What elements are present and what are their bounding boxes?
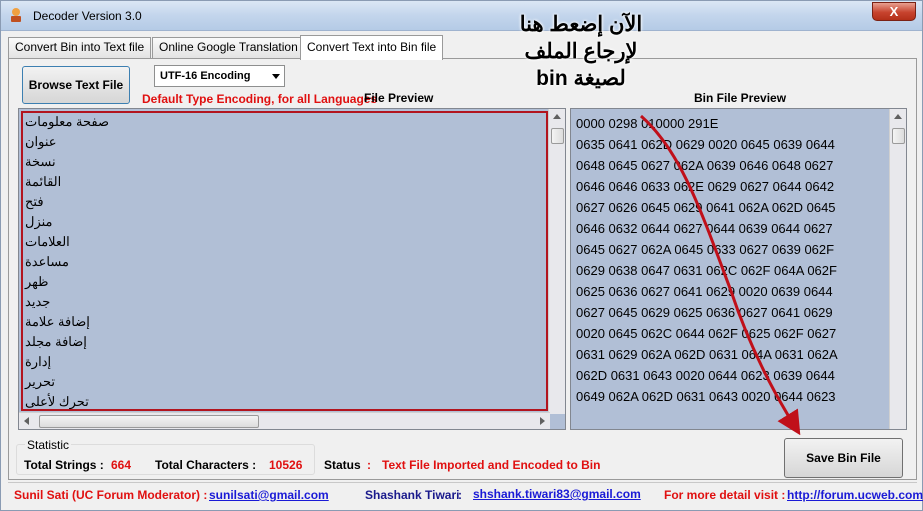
chevron-down-icon (272, 74, 280, 79)
encoding-select[interactable]: UTF-16 Encoding (154, 65, 285, 87)
scroll-right-icon[interactable] (540, 417, 545, 425)
bin-preview-line: 0646 0646 0633 062E 0629 0627 0644 0642 (576, 179, 835, 194)
text-preview-line: القائمة (25, 174, 62, 189)
text-preview-hscrollbar[interactable] (19, 412, 550, 429)
bin-preview-line: 0020 0645 062C 0644 062F 0625 062F 0627 (576, 326, 837, 341)
text-preview-line: عنوان (25, 134, 57, 149)
annotation-line: لإرجاع الملف (524, 40, 638, 63)
text-preview-line: فتح (25, 194, 44, 209)
tab-bin-to-text[interactable]: Convert Bin into Text file (8, 37, 152, 58)
text-preview-line: صفحة معلومات (25, 114, 110, 129)
bin-preview-lines: 0000 0298 010000 291E 0635 0641 062D 0629… (576, 113, 888, 407)
author2-label: Shashank Tiwari (365, 488, 460, 502)
author2-separator: : (458, 488, 462, 502)
bin-preview-line: 0627 0626 0645 0629 0641 062A 062D 0645 (576, 200, 836, 215)
close-button[interactable]: X (872, 2, 916, 21)
status-label: Status (324, 458, 361, 472)
encoding-note: Default Type Encoding, for all Languages (142, 92, 378, 106)
text-preview-line: تحرير (25, 374, 55, 389)
tab-text-to-bin[interactable]: Convert Text into Bin file (300, 35, 444, 60)
scroll-thumb[interactable] (892, 128, 905, 144)
text-preview-line: العلامات (25, 234, 70, 249)
text-preview-line: منزل (25, 214, 53, 229)
title-bar[interactable]: Decoder Version 3.0 X (1, 1, 922, 31)
bin-preview-line: 0646 0632 0644 0627 0644 0639 0644 0627 (576, 221, 833, 236)
total-strings-label: Total Strings : (24, 458, 104, 472)
window-title: Decoder Version 3.0 (33, 9, 142, 23)
app-window: Decoder Version 3.0 X Convert Bin into T… (0, 0, 923, 511)
tab-google-translation[interactable]: Online Google Translation (152, 37, 305, 58)
bin-preview-box[interactable]: 0000 0298 010000 291E 0635 0641 062D 0629… (570, 108, 907, 430)
scroll-left-icon[interactable] (24, 417, 29, 425)
bin-preview-vscrollbar[interactable] (889, 109, 906, 429)
bin-preview-line: 0625 0636 0627 0641 0629 0020 0639 0644 (576, 284, 833, 299)
author1-label: Sunil Sati (UC Forum Moderator) : (14, 488, 208, 502)
total-characters-value: 10526 (269, 458, 303, 472)
bin-preview-line: 0635 0641 062D 0629 0020 0645 0639 0644 (576, 137, 835, 152)
scroll-up-icon[interactable] (553, 114, 561, 119)
author2-email-link[interactable]: shshank.tiwari83@gmail.com (473, 487, 641, 501)
text-preview-vscrollbar[interactable] (548, 109, 565, 414)
text-preview-line: مساعدة (25, 254, 69, 269)
annotation-line: لصيغة bin (536, 67, 626, 90)
bin-preview-label: Bin File Preview (694, 91, 787, 105)
text-preview-line: ظهر (25, 274, 49, 289)
bin-preview-line: 0631 0629 062A 062D 0631 064A 0631 062A (576, 347, 838, 362)
app-icon (11, 8, 21, 22)
status-separator: : (367, 458, 371, 472)
statistic-legend: Statistic (25, 438, 72, 452)
total-strings-value: 664 (111, 458, 132, 472)
text-preview-line: جديد (25, 294, 51, 309)
encoding-selected-value: UTF-16 Encoding (160, 70, 251, 82)
total-characters-label: Total Characters : (155, 458, 257, 472)
text-preview-line: نسخة (25, 154, 56, 169)
text-preview-lines: صفحة معلومات عنوان نسخة القائمة فتح منزل العلا… (25, 112, 545, 412)
text-preview-label: File Preview (364, 91, 434, 105)
bin-preview-line: 0627 0645 0629 0625 0636 0627 0641 0629 (576, 305, 833, 320)
text-preview-line: إضافة علامة (25, 314, 90, 329)
bin-preview-line: 0645 0627 062A 0645 0633 0627 0639 062F (576, 242, 835, 257)
bin-preview-line: 0648 0645 0627 062A 0639 0646 0648 0627 (576, 158, 834, 173)
scroll-up-icon[interactable] (894, 114, 902, 119)
bin-preview-line: 0000 0298 010000 291E (576, 116, 719, 131)
text-preview-box[interactable]: صفحة معلومات عنوان نسخة القائمة فتح منزل العلا… (18, 108, 566, 430)
author1-email-link[interactable]: sunilsati@gmail.com (209, 488, 329, 502)
footer-divider (8, 482, 917, 483)
status-text: Text File Imported and Encoded to Bin (382, 458, 601, 472)
bin-preview-line: 062D 0631 0643 0020 0644 0623 0639 0644 (576, 368, 835, 383)
bin-preview-line: 0649 062A 062D 0631 0643 0020 0644 0623 (576, 389, 836, 404)
annotation-line: الآن إضعط هنا (519, 13, 643, 36)
more-detail-label: For more detail visit : (664, 488, 786, 502)
bin-preview-line: 0629 0638 0647 0631 062C 062F 064A 062F (576, 263, 837, 278)
forum-link[interactable]: http://forum.ucweb.com (787, 488, 923, 502)
scroll-thumb[interactable] (551, 128, 564, 144)
scroll-thumb[interactable] (39, 415, 259, 428)
save-bin-file-button[interactable]: Save Bin File (784, 438, 903, 478)
text-preview-line: إضافة مجلد (25, 334, 87, 349)
text-preview-line: تحرك لأعلى (25, 394, 89, 409)
browse-text-file-button[interactable]: Browse Text File (22, 66, 130, 104)
annotation-text: الآن إضعط هنا لإرجاع الملف لصيغة bin (496, 11, 666, 92)
text-preview-line: إدارة (25, 354, 52, 369)
